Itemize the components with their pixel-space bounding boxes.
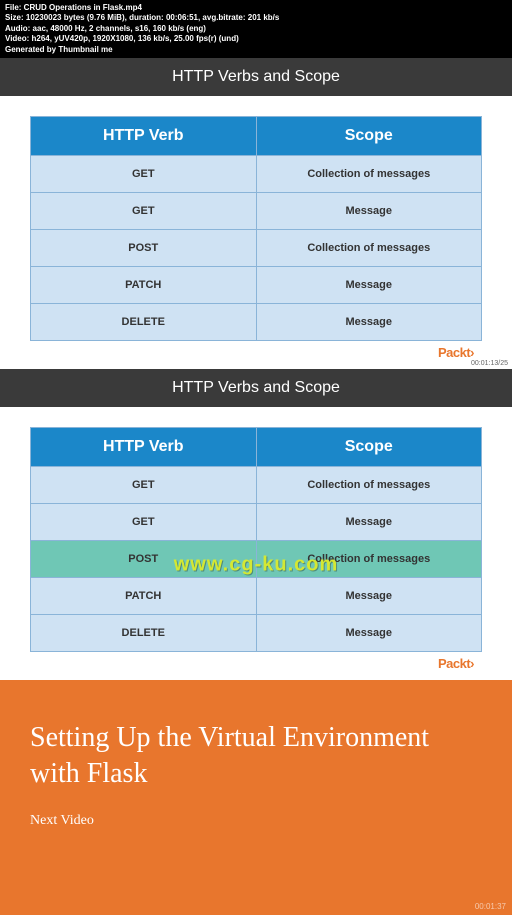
table-row: PATCHMessage — [31, 266, 482, 303]
table-row: PATCHMessage — [31, 577, 482, 614]
next-video-title: Setting Up the Virtual Environment with … — [30, 720, 482, 793]
table-header-verb: HTTP Verb — [31, 116, 257, 155]
table-row: GETMessage — [31, 192, 482, 229]
table-row: DELETEMessage — [31, 614, 482, 651]
slide2-body: www.cg-ku.com HTTP Verb Scope GETCollect… — [0, 407, 512, 680]
meta-generated: Generated by Thumbnail me — [5, 45, 507, 55]
table-row: GETCollection of messages — [31, 466, 482, 503]
slide2-title: HTTP Verbs and Scope — [0, 369, 512, 407]
table-header-verb: HTTP Verb — [31, 427, 257, 466]
meta-audio: Audio: aac, 48000 Hz, 2 channels, s16, 1… — [5, 24, 507, 34]
slide1-body: HTTP Verb Scope GETCollection of message… — [0, 96, 512, 369]
http-table-2: HTTP Verb Scope GETCollection of message… — [30, 427, 482, 652]
meta-video: Video: h264, yUV420p, 1920X1080, 136 kb/… — [5, 34, 507, 44]
file-metadata: File: CRUD Operations in Flask.mp4 Size:… — [0, 0, 512, 58]
table-header-scope: Scope — [256, 427, 482, 466]
table-row-highlighted: POSTCollection of messages — [31, 540, 482, 577]
meta-size: Size: 10230023 bytes (9.76 MiB), duratio… — [5, 13, 507, 23]
next-video-label: Next Video — [30, 813, 482, 829]
meta-file: File: CRUD Operations in Flask.mp4 — [5, 3, 507, 13]
http-table-1: HTTP Verb Scope GETCollection of message… — [30, 116, 482, 341]
slide1-timestamp: 00:01:13/25 — [471, 360, 508, 367]
table-row: DELETEMessage — [31, 303, 482, 340]
table-header-scope: Scope — [256, 116, 482, 155]
next-video-slide: Setting Up the Virtual Environment with … — [0, 680, 512, 915]
table-row: POSTCollection of messages — [31, 229, 482, 266]
table-row: GETCollection of messages — [31, 155, 482, 192]
table-row: GETMessage — [31, 503, 482, 540]
packt-logo: Packt› — [30, 652, 482, 675]
slide3-timestamp: 00:01:37 — [475, 902, 506, 911]
packt-logo: Packt› — [30, 341, 482, 364]
slide1-title: HTTP Verbs and Scope — [0, 58, 512, 96]
